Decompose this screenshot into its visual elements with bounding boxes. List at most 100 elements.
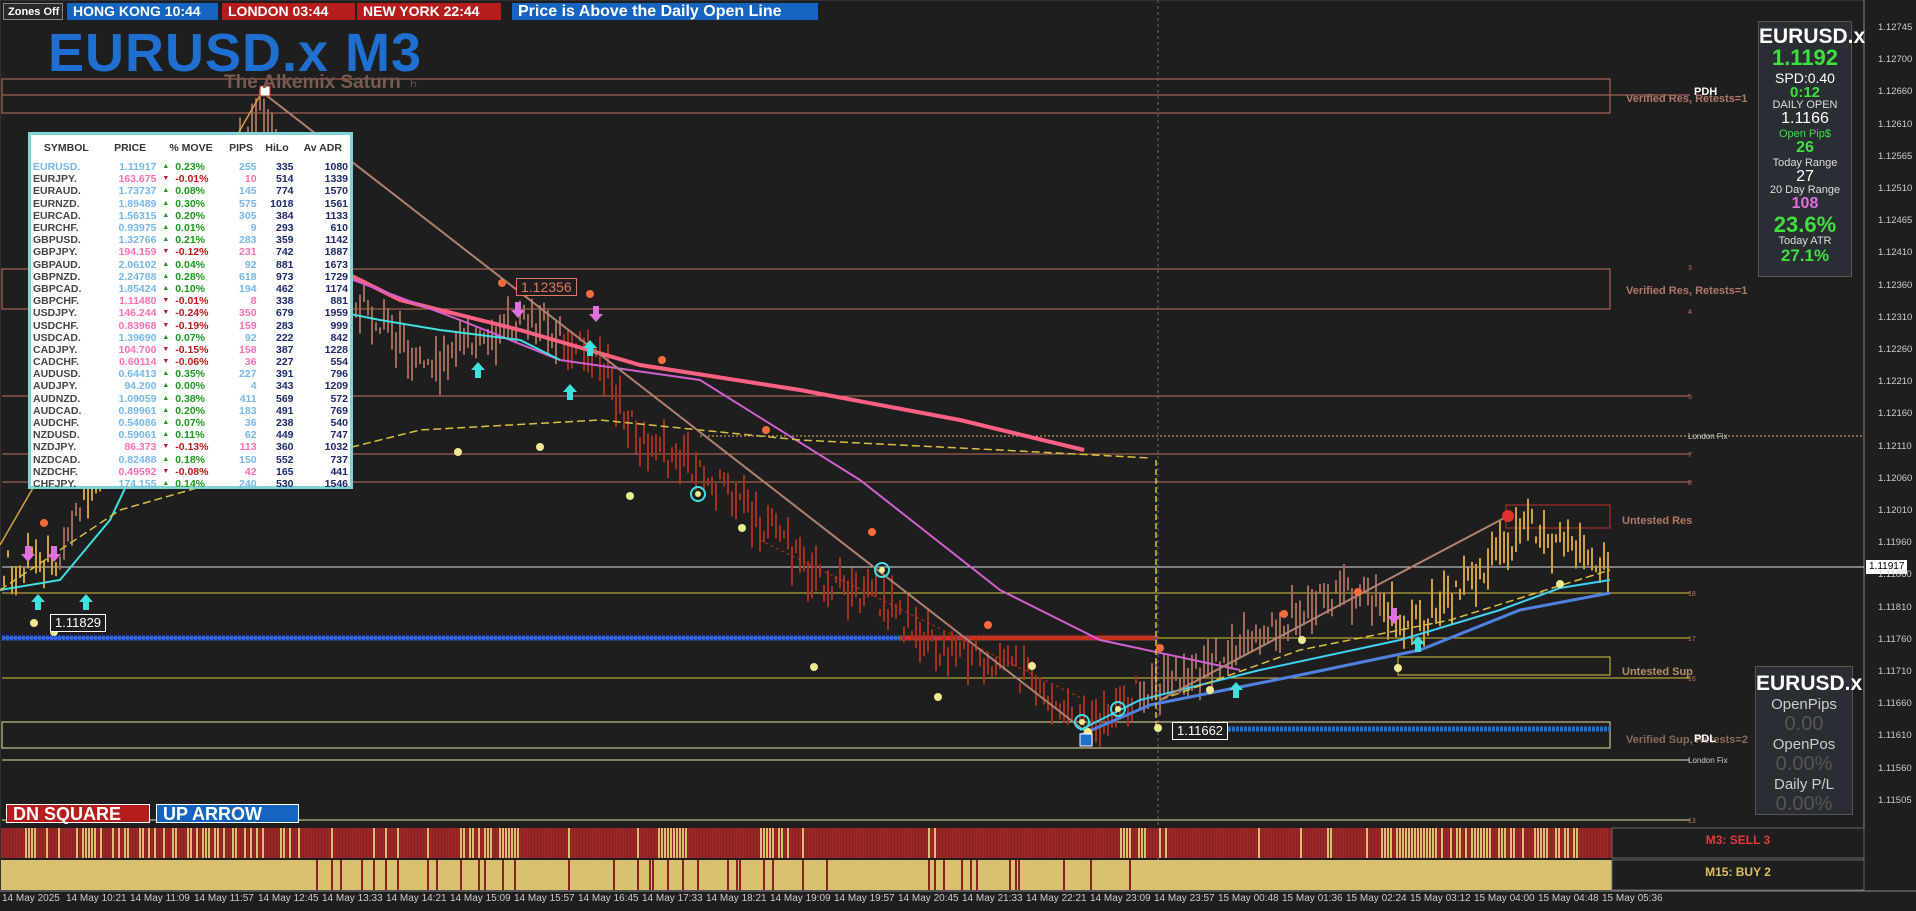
time-tick-label: 14 May 23:09: [1090, 893, 1151, 904]
price-cell: 1.56315: [118, 209, 157, 222]
hilo-cell: 165: [275, 465, 294, 478]
dn-square-button[interactable]: DN SQUARE: [6, 804, 150, 824]
move-cell: 0.20%: [175, 404, 205, 417]
fractal-dot: [1206, 686, 1214, 694]
info-20day: 108: [1791, 195, 1819, 212]
header-pips: PIPS: [229, 142, 254, 154]
pips-cell: 159: [239, 319, 257, 332]
price-box-high: 1.12356: [516, 278, 577, 296]
adr-cell: 1339: [324, 173, 348, 186]
direction-icon: ▼: [162, 309, 170, 317]
adr-cell: 1561: [324, 197, 348, 210]
table-row: GBPNZD. 2.24788 ▲ 0.28% 618 973 1729: [31, 271, 350, 283]
pips-cell: 4: [250, 380, 257, 393]
table-row: GBPCAD. 1.85424 ▲ 0.10% 194 462 1174: [31, 283, 350, 295]
symbol-cell: NZDUSD.: [33, 429, 80, 442]
info-today-range: 27: [1796, 168, 1814, 185]
adr-cell: 1209: [324, 380, 348, 393]
adr-cell: 747: [330, 429, 348, 442]
price-tick-label: 1.12465: [1878, 215, 1913, 227]
signal-ring: [1115, 706, 1121, 712]
untested-res-label: Untested Res: [1622, 515, 1693, 527]
price-tick-label: 1.12310: [1878, 311, 1913, 323]
symbol-cell: NZDCHF.: [33, 465, 78, 478]
symbol-cell: EURCHF.: [33, 222, 79, 235]
price-tick-label: 1.12700: [1878, 54, 1913, 66]
hilo-cell: 742: [275, 246, 294, 259]
price-cell: 1.39690: [118, 331, 157, 344]
time-tick-label: 15 May 04:00: [1474, 893, 1535, 904]
level-number-label: 5: [1688, 394, 1692, 401]
hilo-cell: 222: [275, 331, 294, 344]
adr-cell: 769: [330, 404, 348, 417]
price-tick-label: 1.12010: [1878, 505, 1913, 516]
header-move: % MOVE: [169, 142, 213, 154]
pips-cell: 150: [239, 453, 257, 466]
time-tick-label: 14 May 21:33: [962, 893, 1023, 904]
price-tick-label: 1.12210: [1878, 376, 1913, 388]
adr-cell: 1174: [325, 282, 348, 295]
price-tick-label: 1.12260: [1878, 344, 1913, 355]
price-cell: 1.32766: [118, 234, 157, 247]
price-cell: 0.54086: [118, 417, 157, 430]
up-arrow-icon: [79, 594, 93, 610]
trend-line: [1159, 515, 1509, 701]
direction-icon: ▼: [162, 467, 170, 475]
fractal-dot: [934, 693, 942, 701]
direction-icon: ▲: [162, 224, 170, 232]
level-number-label: 18: [1688, 591, 1696, 598]
pips-cell: 145: [239, 185, 257, 198]
info-pct: 23.6%: [1773, 212, 1837, 237]
pips-cell: 305: [239, 209, 257, 222]
adr-cell: 1133: [325, 209, 348, 222]
down-arrow-icon: [47, 546, 61, 562]
pips-cell: 10: [244, 173, 257, 186]
price-tick-label: 1.12610: [1878, 118, 1913, 130]
pips-cell: 227: [239, 368, 257, 381]
price-tick-label: 1.12510: [1878, 183, 1913, 194]
fractal-dot: [536, 443, 544, 451]
pips-cell: 36: [244, 417, 257, 430]
direction-icon: ▲: [162, 370, 170, 378]
header-adr: Av ADR: [303, 142, 342, 154]
table-row: CHFJPY. 174.155 ▲ 0.14% 240 530 1546: [31, 478, 350, 490]
fractal-dot: [984, 621, 992, 629]
price-cell: 0.89961: [118, 404, 157, 417]
signal-ring: [695, 491, 701, 497]
price-cell: 1.09059: [118, 392, 157, 405]
move-cell: 0.07%: [175, 331, 205, 344]
move-cell: 0.10%: [175, 282, 205, 295]
time-tick-label: 14 May 17:33: [642, 893, 703, 904]
symbol-cell: USDCAD.: [33, 331, 81, 344]
pips-cell: 42: [244, 465, 257, 478]
price-cell: 1.11480: [119, 295, 157, 308]
direction-icon: ▼: [162, 443, 170, 451]
price-box-left: 1.11829: [50, 614, 107, 632]
symbol-cell: EURNZD.: [33, 197, 80, 210]
position-panel: EURUSD.x OpenPips 0.00 OpenPos 0.00% Dai…: [1755, 666, 1862, 815]
zones-off-button[interactable]: Zones Off: [3, 3, 63, 20]
price-cell: 0.93975: [118, 222, 157, 235]
time-tick-label: 14 May 23:57: [1154, 893, 1215, 904]
adr-cell: 1570: [324, 185, 348, 198]
adr-cell: 572: [330, 392, 348, 405]
symbol-cell: AUDCAD.: [33, 404, 82, 417]
symbol-cell: GBPNZD.: [33, 270, 81, 283]
up-arrow-button[interactable]: UP ARROW: [156, 804, 299, 824]
direction-icon: ▼: [162, 345, 170, 353]
move-cell: 0.23%: [175, 161, 205, 174]
pips-cell: 36: [244, 356, 257, 369]
symbol-cell: GBPUSD.: [33, 234, 81, 247]
table-row: USDCHF. 0.83968 ▼ -0.19% 159 283 999: [31, 319, 350, 332]
time-tick-label: 14 May 18:21: [706, 893, 767, 904]
hong-kong-clock: HONG KONG 10:44: [67, 3, 218, 20]
price-cell: 163.675: [118, 173, 157, 186]
info-symbol: EURUSD.x: [1759, 25, 1866, 48]
pos-daily-pl-label: Daily P/L: [1773, 776, 1835, 793]
price-cell: 1.89489: [118, 197, 157, 210]
hilo-cell: 391: [275, 368, 294, 381]
london-clock: LONDON 03:44: [222, 3, 355, 20]
chart-subtitle: The Alkemix Saturn ♄: [224, 72, 421, 93]
price-tick-label: 1.11760: [1878, 633, 1912, 645]
time-tick-label: 14 May 22:21: [1026, 893, 1087, 904]
